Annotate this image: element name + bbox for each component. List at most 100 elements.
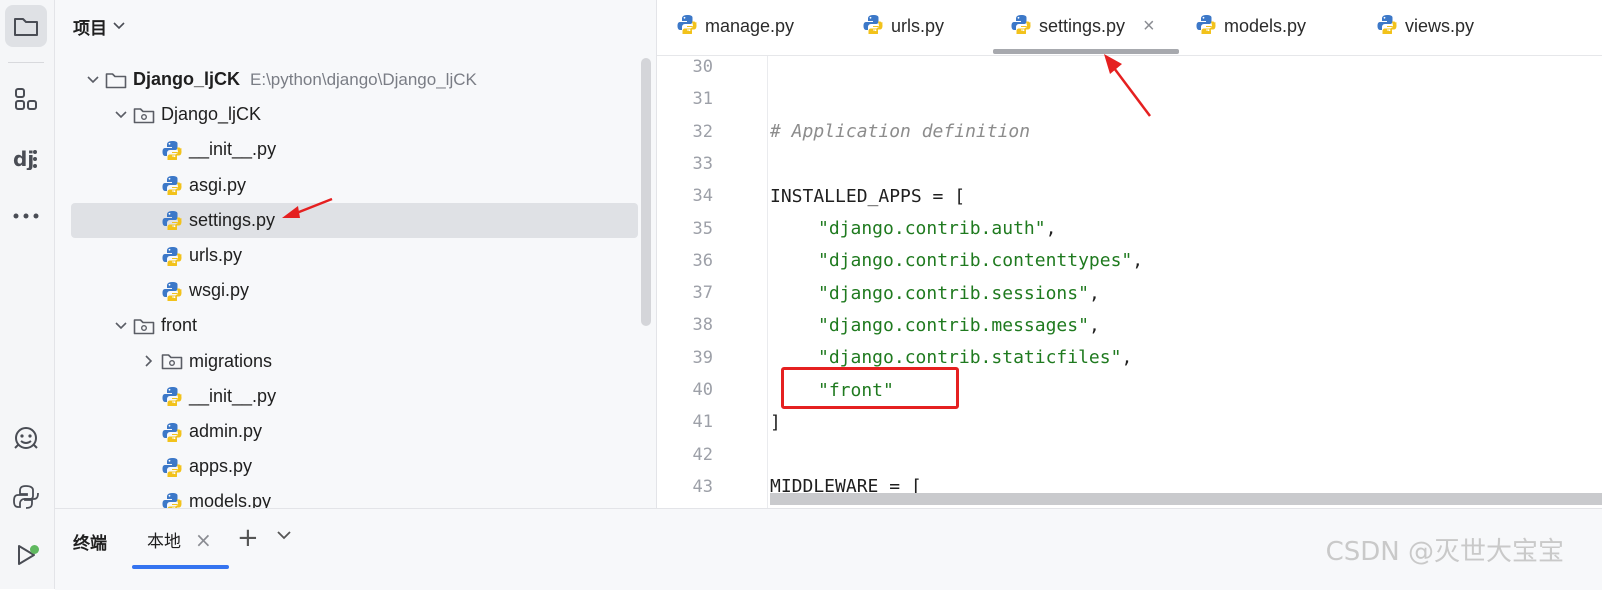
- tree-item[interactable]: Django_ljCK E:\python\django\Django_ljCK: [71, 62, 638, 97]
- python-console-icon[interactable]: [5, 476, 47, 518]
- highlight-box: [781, 367, 959, 409]
- python-file-icon: [159, 386, 185, 407]
- code-editor[interactable]: 30 31 32 # Application definition 33 34 INSTAL…: [657, 56, 1602, 508]
- project-panel: 项目 Django_ljCK E:\python\django\Django_lj…: [55, 0, 657, 508]
- chevron-down-icon[interactable]: [111, 111, 131, 119]
- package-folder-icon: [159, 352, 185, 370]
- ai-assistant-icon[interactable]: [5, 418, 47, 460]
- tree-item[interactable]: admin.py: [71, 414, 638, 449]
- add-terminal-button[interactable]: +: [237, 523, 259, 553]
- chevron-down-icon[interactable]: [113, 22, 125, 30]
- tree-item-label: __init__.py: [189, 139, 277, 160]
- tree-item[interactable]: asgi.py: [71, 168, 638, 203]
- tree-item[interactable]: front: [71, 308, 638, 343]
- code-punctuation: ,: [1132, 250, 1144, 272]
- tab-label: urls.py: [891, 15, 945, 36]
- tree-item[interactable]: Django_ljCK: [71, 97, 638, 132]
- tab-models-py[interactable]: models.py: [1196, 0, 1306, 52]
- tree-item[interactable]: __init__.py: [71, 379, 638, 414]
- code-text: "django.contrib.contenttypes": [818, 250, 1133, 272]
- code-line: 41]: [657, 406, 1602, 438]
- python-file-icon: [159, 246, 185, 266]
- code-punctuation: ,: [1045, 218, 1057, 239]
- code-punctuation: ,: [1088, 314, 1100, 336]
- package-folder-icon: [131, 317, 157, 335]
- tree-item-label: front: [161, 315, 198, 336]
- tab-settings-py[interactable]: settings.py ×: [1011, 0, 1155, 52]
- code-text: INSTALLED_APPS = [: [770, 185, 966, 207]
- tab-label: views.py: [1405, 15, 1475, 36]
- terminal-title: 终端: [73, 534, 107, 554]
- tab-label: manage.py: [705, 15, 795, 36]
- line-number: 34: [692, 186, 713, 207]
- chevron-down-icon[interactable]: [83, 75, 103, 84]
- python-file-icon: [159, 175, 185, 196]
- watermark: CSDN @灭世大宝宝: [1325, 537, 1564, 567]
- tree-item-label: Django_ljCK: [133, 69, 241, 89]
- line-number: 30: [692, 57, 713, 77]
- close-icon[interactable]: ×: [195, 528, 212, 552]
- tree-item-label: urls.py: [189, 245, 243, 265]
- folder-icon: [103, 71, 129, 89]
- close-icon[interactable]: ×: [1143, 15, 1155, 38]
- terminal-panel: 终端 本地 × + CSDN @灭世大宝宝: [55, 508, 1602, 590]
- code-text: "django.contrib.staticfiles": [818, 347, 1122, 369]
- tree-item-label: apps.py: [189, 456, 253, 477]
- python-file-icon: [159, 281, 185, 301]
- code-text: # Application definition: [770, 121, 1031, 143]
- chevron-down-icon[interactable]: [277, 531, 291, 540]
- code-line: 35 "django.contrib.auth",: [657, 213, 1602, 245]
- chevron-right-icon[interactable]: [139, 355, 159, 367]
- tree-item[interactable]: wsgi.py: [71, 273, 638, 308]
- activity-separator: [8, 62, 44, 63]
- python-file-icon: [159, 140, 185, 160]
- tree-item-label: asgi.py: [189, 174, 247, 195]
- tree-item-label: admin.py: [189, 421, 263, 441]
- tree-item-label: Django_ljCK: [161, 104, 262, 125]
- activity-bar: dj: [0, 0, 55, 589]
- tree-item[interactable]: urls.py: [71, 238, 638, 273]
- line-number: 37: [692, 283, 713, 304]
- tree-item[interactable]: models.py: [71, 484, 638, 508]
- tree-item[interactable]: settings.py: [71, 202, 638, 238]
- annotation-arrow-icon: [1104, 54, 1151, 117]
- tree-scrollbar[interactable]: [641, 58, 651, 326]
- horizontal-scrollbar[interactable]: [770, 493, 1602, 505]
- tree-item-label: __init__.py: [189, 385, 277, 406]
- code-line: 33: [657, 148, 1602, 180]
- line-number: 41: [692, 412, 713, 433]
- python-file-icon: [159, 457, 185, 477]
- terminal-tab-label: 本地: [147, 532, 181, 552]
- chevron-down-icon[interactable]: [111, 322, 131, 330]
- more-icon[interactable]: [5, 195, 47, 237]
- tree-item-label: wsgi.py: [189, 280, 250, 301]
- tree-item[interactable]: migrations: [71, 344, 638, 379]
- tree-item[interactable]: __init__.py: [71, 132, 638, 167]
- line-number: 39: [692, 347, 713, 368]
- project-header[interactable]: 项目: [73, 14, 125, 39]
- django-icon[interactable]: dj: [5, 137, 47, 179]
- line-number: 43: [692, 476, 713, 497]
- svg-text:dj: dj: [13, 147, 34, 170]
- code-line: 37 "django.contrib.sessions",: [657, 277, 1602, 309]
- code-text: ]: [770, 411, 781, 433]
- python-file-icon: [677, 14, 697, 39]
- tree-item[interactable]: apps.py: [71, 449, 638, 484]
- line-number: 40: [692, 380, 713, 400]
- folder-icon[interactable]: [5, 5, 47, 47]
- code-punctuation: ,: [1121, 347, 1133, 369]
- structure-icon[interactable]: [5, 78, 47, 120]
- code-punctuation: ,: [1088, 282, 1100, 304]
- tab-label: settings.py: [1039, 15, 1126, 36]
- code-text: "django.contrib.messages": [818, 314, 1089, 336]
- python-file-icon: [1196, 14, 1216, 39]
- tab-views-py[interactable]: views.py: [1377, 0, 1474, 52]
- python-file-icon: [1011, 14, 1031, 39]
- python-file-icon: [159, 492, 185, 508]
- tab-manage-py[interactable]: manage.py: [677, 0, 794, 52]
- tab-urls-py[interactable]: urls.py: [863, 0, 944, 52]
- run-icon[interactable]: [5, 534, 47, 576]
- code-line: 42: [657, 439, 1602, 471]
- terminal-tab-local[interactable]: 本地 ×: [147, 527, 212, 553]
- tree-item-label: settings.py: [189, 209, 276, 230]
